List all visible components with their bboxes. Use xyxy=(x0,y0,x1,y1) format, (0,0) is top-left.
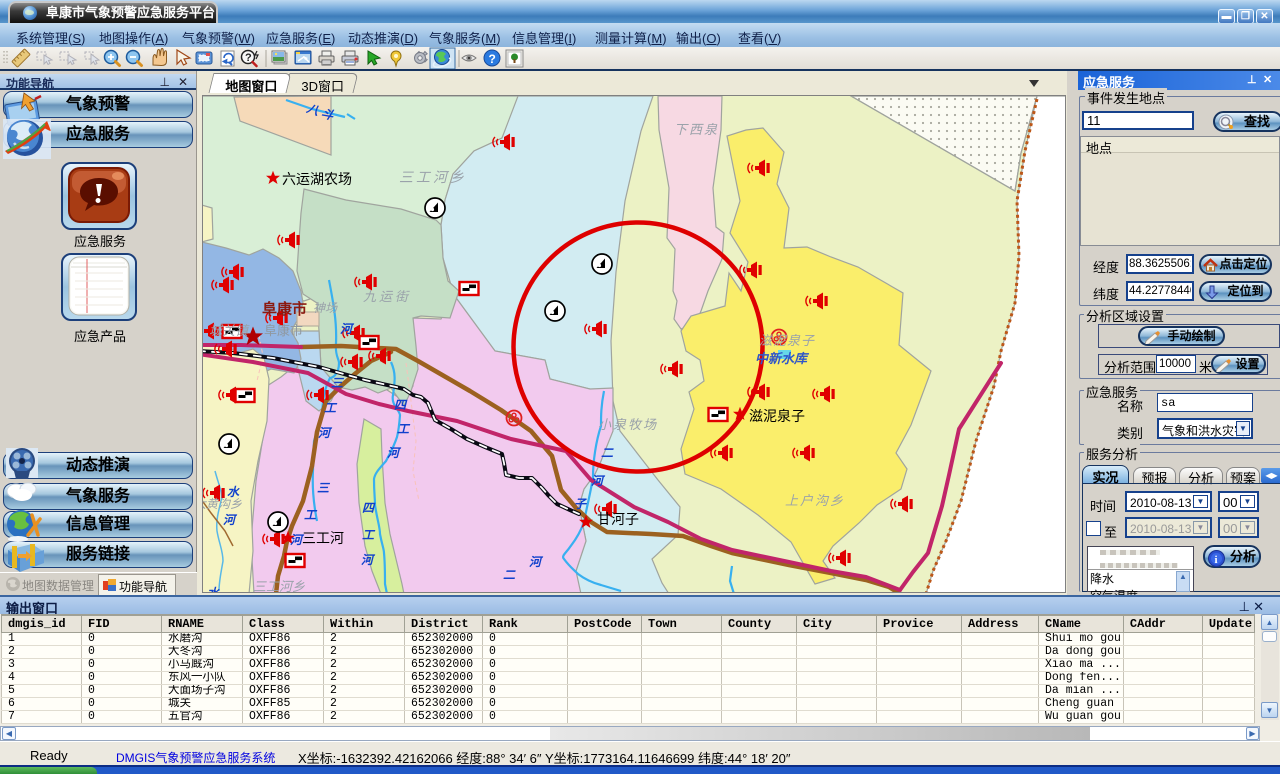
svg-text:子: 子 xyxy=(574,497,588,511)
svg-text:下西泉: 下西泉 xyxy=(674,122,719,137)
svg-text:三: 三 xyxy=(317,481,331,495)
svg-text:神场: 神场 xyxy=(313,301,338,315)
svg-text:三工河乡: 三工河乡 xyxy=(253,579,305,593)
svg-text:工: 工 xyxy=(304,508,318,522)
svg-text:九运街: 九运街 xyxy=(363,289,411,304)
svg-text:四: 四 xyxy=(362,501,376,515)
svg-text:三工河乡: 三工河乡 xyxy=(399,169,467,185)
svg-text:工: 工 xyxy=(324,401,338,415)
svg-text:中新水库: 中新水库 xyxy=(755,351,810,366)
svg-text:三: 三 xyxy=(331,376,345,390)
svg-text:阜康市: 阜康市 xyxy=(262,300,307,318)
svg-text:?: ? xyxy=(489,52,496,66)
svg-text:大黄沟乡: 大黄沟乡 xyxy=(203,497,242,511)
svg-text:二: 二 xyxy=(503,568,516,582)
svg-text:小泉牧场: 小泉牧场 xyxy=(598,417,658,432)
svg-text:四: 四 xyxy=(394,398,408,412)
svg-text:滋泥泉子: 滋泥泉子 xyxy=(759,333,815,348)
svg-text:滋泥泉子: 滋泥泉子 xyxy=(749,408,805,424)
svg-text:三工河: 三工河 xyxy=(302,530,344,546)
svg-text:二: 二 xyxy=(601,446,614,460)
svg-text:工: 工 xyxy=(397,422,411,436)
svg-text:城关镇: 城关镇 xyxy=(209,323,250,338)
svg-text:水: 水 xyxy=(207,586,220,593)
svg-text:工: 工 xyxy=(362,528,376,542)
svg-text:六运湖农场: 六运湖农场 xyxy=(282,171,352,187)
svg-text:i: i xyxy=(1215,554,1218,566)
svg-text:?: ? xyxy=(245,52,252,64)
svg-text:水: 水 xyxy=(227,485,240,499)
svg-text:阜康市: 阜康市 xyxy=(264,323,303,338)
svg-text:甘河子: 甘河子 xyxy=(597,511,639,527)
svg-text:上户沟乡: 上户沟乡 xyxy=(785,493,845,508)
